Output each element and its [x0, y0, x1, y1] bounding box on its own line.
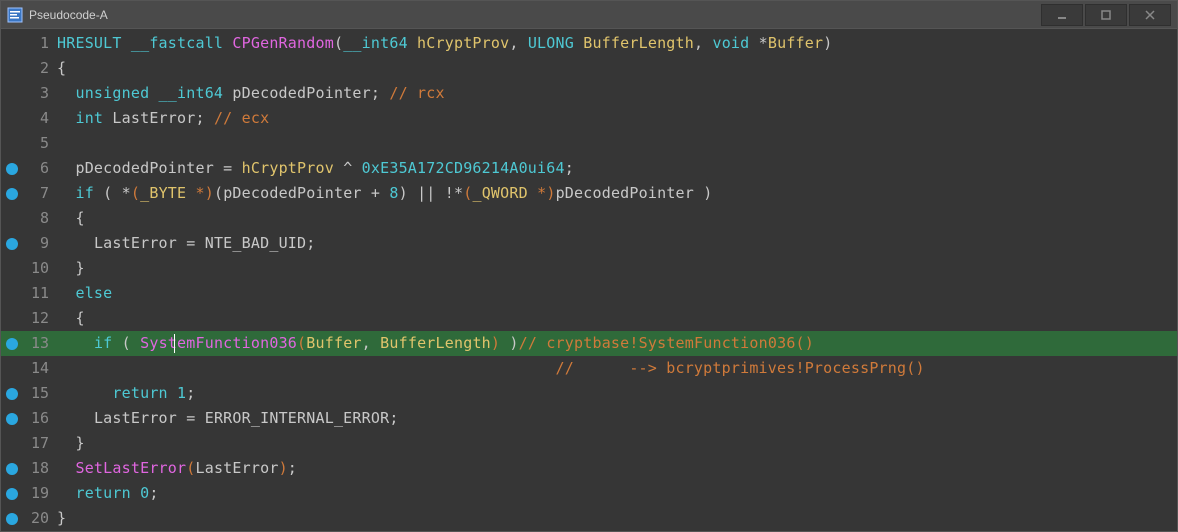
code-line[interactable]: 10 }: [1, 256, 1177, 281]
code-line[interactable]: 14 // --> bcryptprimives!ProcessPrng(): [1, 356, 1177, 381]
code-line[interactable]: 7 if ( *(_BYTE *)(pDecodedPointer + 8) |…: [1, 181, 1177, 206]
code-line[interactable]: 13 if ( SystemFunction036(Buffer, Buffer…: [1, 331, 1177, 356]
code-line[interactable]: 3 unsigned __int64 pDecodedPointer; // r…: [1, 81, 1177, 106]
line-number: 15: [23, 381, 57, 406]
code-text[interactable]: if ( SystemFunction036(Buffer, BufferLen…: [57, 331, 1177, 356]
code-text[interactable]: return 0;: [57, 481, 1177, 506]
breakpoint-gutter[interactable]: [1, 456, 23, 481]
line-number: 8: [23, 206, 57, 231]
line-number: 11: [23, 281, 57, 306]
breakpoint-icon[interactable]: [6, 463, 18, 475]
line-number: 20: [23, 506, 57, 531]
code-line[interactable]: 12 {: [1, 306, 1177, 331]
code-text[interactable]: return 1;: [57, 381, 1177, 406]
code-text[interactable]: HRESULT __fastcall CPGenRandom(__int64 h…: [57, 31, 1177, 56]
maximize-button[interactable]: [1085, 4, 1127, 26]
line-number: 6: [23, 156, 57, 181]
code-line[interactable]: 9 LastError = NTE_BAD_UID;: [1, 231, 1177, 256]
code-text[interactable]: {: [57, 56, 1177, 81]
code-text[interactable]: SetLastError(LastError);: [57, 456, 1177, 481]
code-lines: 1HRESULT __fastcall CPGenRandom(__int64 …: [1, 29, 1177, 531]
minimize-button[interactable]: [1041, 4, 1083, 26]
line-number: 17: [23, 431, 57, 456]
breakpoint-gutter[interactable]: [1, 256, 23, 281]
code-line[interactable]: 5: [1, 131, 1177, 156]
line-number: 13: [23, 331, 57, 356]
breakpoint-gutter[interactable]: [1, 281, 23, 306]
code-line[interactable]: 15 return 1;: [1, 381, 1177, 406]
breakpoint-gutter[interactable]: [1, 231, 23, 256]
line-number: 3: [23, 81, 57, 106]
code-text[interactable]: LastError = NTE_BAD_UID;: [57, 231, 1177, 256]
app-icon: [7, 7, 23, 23]
breakpoint-gutter[interactable]: [1, 431, 23, 456]
breakpoint-icon[interactable]: [6, 163, 18, 175]
breakpoint-gutter[interactable]: [1, 381, 23, 406]
breakpoint-gutter[interactable]: [1, 331, 23, 356]
line-number: 10: [23, 256, 57, 281]
line-number: 18: [23, 456, 57, 481]
code-line[interactable]: 16 LastError = ERROR_INTERNAL_ERROR;: [1, 406, 1177, 431]
close-button[interactable]: [1129, 4, 1171, 26]
breakpoint-gutter[interactable]: [1, 106, 23, 131]
line-number: 2: [23, 56, 57, 81]
code-line[interactable]: 19 return 0;: [1, 481, 1177, 506]
code-text[interactable]: pDecodedPointer = hCryptProv ^ 0xE35A172…: [57, 156, 1177, 181]
window-title: Pseudocode-A: [29, 8, 108, 22]
code-line[interactable]: 8 {: [1, 206, 1177, 231]
pseudocode-window: Pseudocode-A 1HRESULT __fastcall CPGenRa…: [0, 0, 1178, 532]
titlebar[interactable]: Pseudocode-A: [1, 1, 1177, 29]
breakpoint-icon[interactable]: [6, 488, 18, 500]
breakpoint-gutter[interactable]: [1, 206, 23, 231]
line-number: 12: [23, 306, 57, 331]
line-number: 4: [23, 106, 57, 131]
code-line[interactable]: 2{: [1, 56, 1177, 81]
code-text[interactable]: }: [57, 431, 1177, 456]
code-line[interactable]: 1HRESULT __fastcall CPGenRandom(__int64 …: [1, 31, 1177, 56]
code-line[interactable]: 18 SetLastError(LastError);: [1, 456, 1177, 481]
breakpoint-gutter[interactable]: [1, 481, 23, 506]
breakpoint-gutter[interactable]: [1, 406, 23, 431]
line-number: 19: [23, 481, 57, 506]
code-line[interactable]: 20}: [1, 506, 1177, 531]
code-text[interactable]: [57, 131, 1177, 156]
text-caret: [174, 334, 175, 353]
code-text[interactable]: // --> bcryptprimives!ProcessPrng(): [57, 356, 1177, 381]
code-editor[interactable]: 1HRESULT __fastcall CPGenRandom(__int64 …: [1, 29, 1177, 531]
line-number: 16: [23, 406, 57, 431]
breakpoint-gutter[interactable]: [1, 56, 23, 81]
breakpoint-icon[interactable]: [6, 388, 18, 400]
code-line[interactable]: 17 }: [1, 431, 1177, 456]
line-number: 9: [23, 231, 57, 256]
code-text[interactable]: else: [57, 281, 1177, 306]
code-text[interactable]: {: [57, 206, 1177, 231]
breakpoint-gutter[interactable]: [1, 506, 23, 531]
code-text[interactable]: int LastError; // ecx: [57, 106, 1177, 131]
code-line[interactable]: 11 else: [1, 281, 1177, 306]
breakpoint-gutter[interactable]: [1, 131, 23, 156]
breakpoint-gutter[interactable]: [1, 81, 23, 106]
code-line[interactable]: 4 int LastError; // ecx: [1, 106, 1177, 131]
line-number: 5: [23, 131, 57, 156]
line-number: 7: [23, 181, 57, 206]
breakpoint-gutter[interactable]: [1, 31, 23, 56]
code-text[interactable]: unsigned __int64 pDecodedPointer; // rcx: [57, 81, 1177, 106]
code-text[interactable]: }: [57, 506, 1177, 531]
breakpoint-icon[interactable]: [6, 338, 18, 350]
breakpoint-gutter[interactable]: [1, 356, 23, 381]
line-number: 14: [23, 356, 57, 381]
breakpoint-icon[interactable]: [6, 188, 18, 200]
breakpoint-gutter[interactable]: [1, 306, 23, 331]
line-number: 1: [23, 31, 57, 56]
breakpoint-icon[interactable]: [6, 513, 18, 525]
breakpoint-gutter[interactable]: [1, 156, 23, 181]
code-text[interactable]: }: [57, 256, 1177, 281]
code-text[interactable]: {: [57, 306, 1177, 331]
code-text[interactable]: if ( *(_BYTE *)(pDecodedPointer + 8) || …: [57, 181, 1177, 206]
code-text[interactable]: LastError = ERROR_INTERNAL_ERROR;: [57, 406, 1177, 431]
breakpoint-icon[interactable]: [6, 238, 18, 250]
breakpoint-gutter[interactable]: [1, 181, 23, 206]
breakpoint-icon[interactable]: [6, 413, 18, 425]
code-line[interactable]: 6 pDecodedPointer = hCryptProv ^ 0xE35A1…: [1, 156, 1177, 181]
